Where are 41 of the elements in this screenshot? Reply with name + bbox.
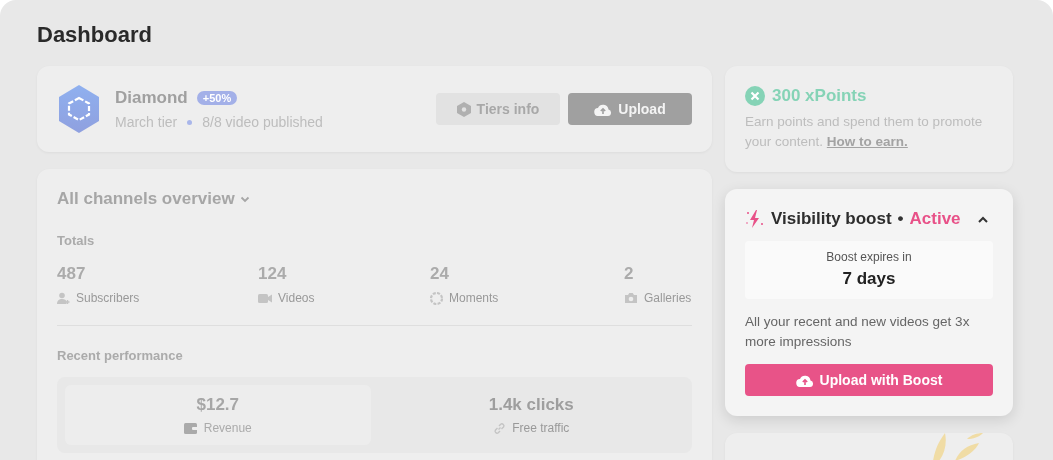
stat-value: 487	[57, 264, 87, 284]
cloud-upload-icon	[594, 102, 613, 116]
sparkle-bolt-icon	[745, 209, 765, 229]
boost-description: All your recent and new videos get 3x more impressions	[745, 313, 971, 351]
upload-button[interactable]: Upload	[568, 93, 692, 125]
overview-dropdown[interactable]: All channels overview	[57, 189, 235, 209]
leaf-drawing	[933, 433, 983, 460]
stat-value: 2	[624, 264, 635, 284]
tiers-info-button[interactable]: Tiers info	[436, 93, 560, 125]
x-coin-icon	[745, 86, 765, 106]
wallet-icon	[183, 422, 198, 434]
aperture-icon	[430, 291, 443, 305]
boost-status: Active	[909, 209, 961, 229]
stat-label: Videos	[278, 291, 315, 305]
tier-name: Diamond	[115, 88, 188, 108]
how-to-earn-link[interactable]: How to earn.	[826, 134, 908, 149]
video-camera-icon	[258, 292, 272, 304]
section-label: Totals	[57, 233, 96, 248]
expiry-label: Boost expires in	[825, 250, 913, 264]
page-title: Dashboard	[37, 22, 153, 48]
cloud-upload-icon	[795, 373, 814, 387]
performance-tile[interactable]: 1.4k clicks Free traffic	[378, 385, 684, 445]
stat-value: 124	[258, 264, 288, 284]
link-icon	[493, 421, 507, 435]
diamond-hexagon-icon	[57, 84, 101, 134]
bonus-badge: +50%	[196, 91, 238, 105]
performance-tile[interactable]: $12.7 Revenue	[65, 385, 371, 445]
stat-label: Moments	[449, 291, 499, 305]
stat-label: Subscribers	[76, 291, 140, 305]
expiry-value: 7 days	[841, 269, 897, 289]
boost-title: Visibility boost	[771, 209, 892, 229]
upload-with-boost-button[interactable]: Upload with Boost	[745, 364, 993, 396]
stat-value: 24	[430, 264, 450, 284]
camera-icon	[624, 292, 638, 304]
section-label: Recent performance	[57, 348, 184, 363]
points-balance: 300 xPoints	[772, 86, 867, 106]
separator-dot: •	[897, 209, 904, 229]
hexagon-icon	[456, 101, 471, 117]
chevron-up-icon[interactable]	[976, 216, 989, 224]
user-icon	[57, 291, 70, 305]
stat-label: Galleries	[644, 291, 692, 305]
